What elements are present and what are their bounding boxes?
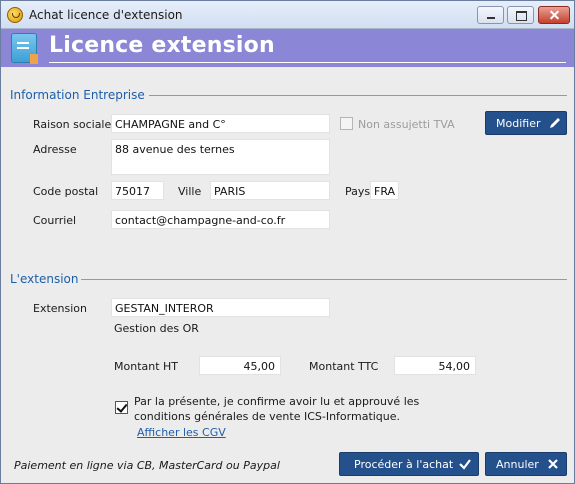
extension-description: Gestion des OR <box>114 322 199 335</box>
adresse-label: Adresse <box>33 143 77 156</box>
close-x-icon <box>548 459 558 469</box>
extension-field: GESTAN_INTEROR <box>111 298 330 317</box>
payment-note: Paiement en ligne via CB, MasterCard ou … <box>14 459 280 472</box>
close-button[interactable] <box>538 6 570 24</box>
cgv-text-line2: conditions générales de vente ICS-Inform… <box>134 410 401 423</box>
checkmark-icon <box>459 459 471 470</box>
page-title: Licence extension <box>49 33 275 58</box>
maximize-button[interactable] <box>507 6 534 24</box>
montant-ht-label: Montant HT <box>114 360 179 373</box>
code-postal-label: Code postal <box>33 185 99 198</box>
annuler-label: Annuler <box>496 458 539 471</box>
minimize-button[interactable] <box>477 6 504 24</box>
extension-label: Extension <box>33 302 88 315</box>
afficher-cgv-link[interactable]: Afficher les CGV <box>137 426 226 439</box>
code-postal-field[interactable]: 75017 <box>111 181 164 200</box>
dialog-window: Achat licence d'extension Licence extens… <box>0 0 575 484</box>
title-bar[interactable]: Achat licence d'extension <box>1 1 574 29</box>
banner-underline <box>49 62 566 63</box>
pays-field[interactable]: FRA <box>370 181 399 200</box>
section-rule-extension <box>81 279 567 280</box>
non-assujetti-tva-checkbox[interactable] <box>340 117 353 130</box>
non-assujetti-tva-label: Non assujetti TVA <box>358 118 455 131</box>
section-rule-entreprise <box>149 95 567 96</box>
app-smiley-icon <box>7 7 23 23</box>
section-title-extension: L'extension <box>10 272 79 286</box>
window-title: Achat licence d'extension <box>29 8 183 22</box>
ville-label: Ville <box>178 185 202 198</box>
annuler-button[interactable]: Annuler <box>485 452 567 476</box>
adresse-field[interactable]: 88 avenue des ternes <box>111 139 330 175</box>
montant-ttc-label: Montant TTC <box>309 360 379 373</box>
raison-sociale-label: Raison sociale <box>33 118 112 131</box>
montant-ttc-field: 54,00 <box>394 356 476 375</box>
pays-label: Pays <box>345 185 371 198</box>
modifier-button-label: Modifier <box>496 117 541 130</box>
montant-ht-field: 45,00 <box>199 356 281 375</box>
courriel-label: Courriel <box>33 214 77 227</box>
proceder-achat-label: Procéder à l'achat <box>354 458 454 471</box>
courriel-field[interactable]: contact@champagne-and-co.fr <box>111 210 330 229</box>
ville-field[interactable]: PARIS <box>210 181 330 200</box>
header-banner: Licence extension <box>1 29 574 67</box>
proceder-achat-button[interactable]: Procéder à l'achat <box>339 452 479 476</box>
accept-cgv-checkbox[interactable] <box>115 401 128 414</box>
modifier-button[interactable]: Modifier <box>485 111 567 135</box>
cgv-text-line1: Par la présente, je confirme avoir lu et… <box>134 395 420 408</box>
raison-sociale-field[interactable]: CHAMPAGNE and C° <box>111 114 330 133</box>
license-document-icon <box>11 33 38 64</box>
pencil-icon <box>550 118 560 128</box>
section-title-entreprise: Information Entreprise <box>10 88 145 102</box>
